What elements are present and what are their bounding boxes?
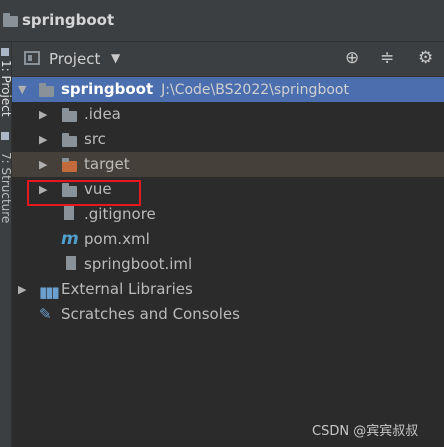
window-title: springboot (22, 11, 115, 29)
tree-item-label: src (84, 130, 106, 148)
tree-row-pom[interactable]: m pom.xml (12, 227, 444, 252)
chevron-right-icon[interactable]: ▶ (18, 277, 26, 302)
tree-item-label: springboot.iml (84, 255, 193, 273)
tree-row-root[interactable]: ▼ springboot J:\Code\BS2022\springboot (12, 77, 444, 102)
folder-icon (62, 108, 77, 122)
gear-icon[interactable]: ⚙ (418, 48, 433, 68)
chevron-down-icon[interactable]: ▼ (18, 77, 26, 102)
root-label: springboot (61, 80, 154, 98)
scratches-icon: ✎ (39, 305, 52, 323)
chevron-down-icon[interactable]: ▼ (111, 51, 120, 65)
iml-file-icon (64, 256, 76, 270)
tree-item-label: target (84, 155, 130, 173)
collapse-all-icon[interactable]: ≑ (380, 48, 394, 68)
external-libraries-label: External Libraries (61, 280, 193, 298)
folder-icon (3, 13, 18, 27)
structure-tab-icon (1, 132, 9, 140)
tree-row-external-libraries[interactable]: ▶ ▮▮▮ External Libraries (12, 277, 444, 302)
tree-row-scratches[interactable]: ✎ Scratches and Consoles (12, 302, 444, 327)
annotation-highlight-box (27, 180, 141, 206)
chevron-right-icon[interactable]: ▶ (39, 102, 47, 127)
folder-orange-icon (62, 158, 77, 172)
tree-row-src[interactable]: ▶ src (12, 127, 444, 152)
root-label-group: springboot J:\Code\BS2022\springboot (61, 77, 349, 103)
folder-icon (39, 83, 54, 97)
gitignore-file-icon (64, 206, 74, 220)
project-view-icon (24, 51, 40, 65)
project-panel-header: Project ▼ ⊕ ≑ ⚙ (12, 42, 444, 77)
root-path: J:\Code\BS2022\springboot (161, 82, 349, 98)
crosshair-icon[interactable]: ⊕ (345, 48, 359, 68)
watermark: CSDN @宾宾叔叔 (312, 424, 419, 439)
project-tab-icon (1, 48, 9, 56)
chevron-right-icon[interactable]: ▶ (39, 127, 47, 152)
maven-icon: m (61, 229, 79, 249)
tree-item-label: pom.xml (84, 230, 150, 248)
tree-row-target[interactable]: ▶ target (12, 152, 444, 177)
scratches-label: Scratches and Consoles (61, 305, 240, 323)
tree-row-iml[interactable]: springboot.iml (12, 252, 444, 277)
folder-icon (62, 133, 77, 147)
chevron-right-icon[interactable]: ▶ (39, 152, 47, 177)
project-view-label[interactable]: Project (49, 50, 100, 68)
title-bar: springboot (0, 0, 444, 42)
tree-row-idea[interactable]: ▶ .idea (12, 102, 444, 127)
tool-window-strip: 1: Project 7: Structure (0, 42, 13, 447)
tree-item-label: .idea (84, 105, 121, 123)
project-panel: Project ▼ ⊕ ≑ ⚙ ▼ springboot J:\Code\BS20… (12, 42, 444, 447)
